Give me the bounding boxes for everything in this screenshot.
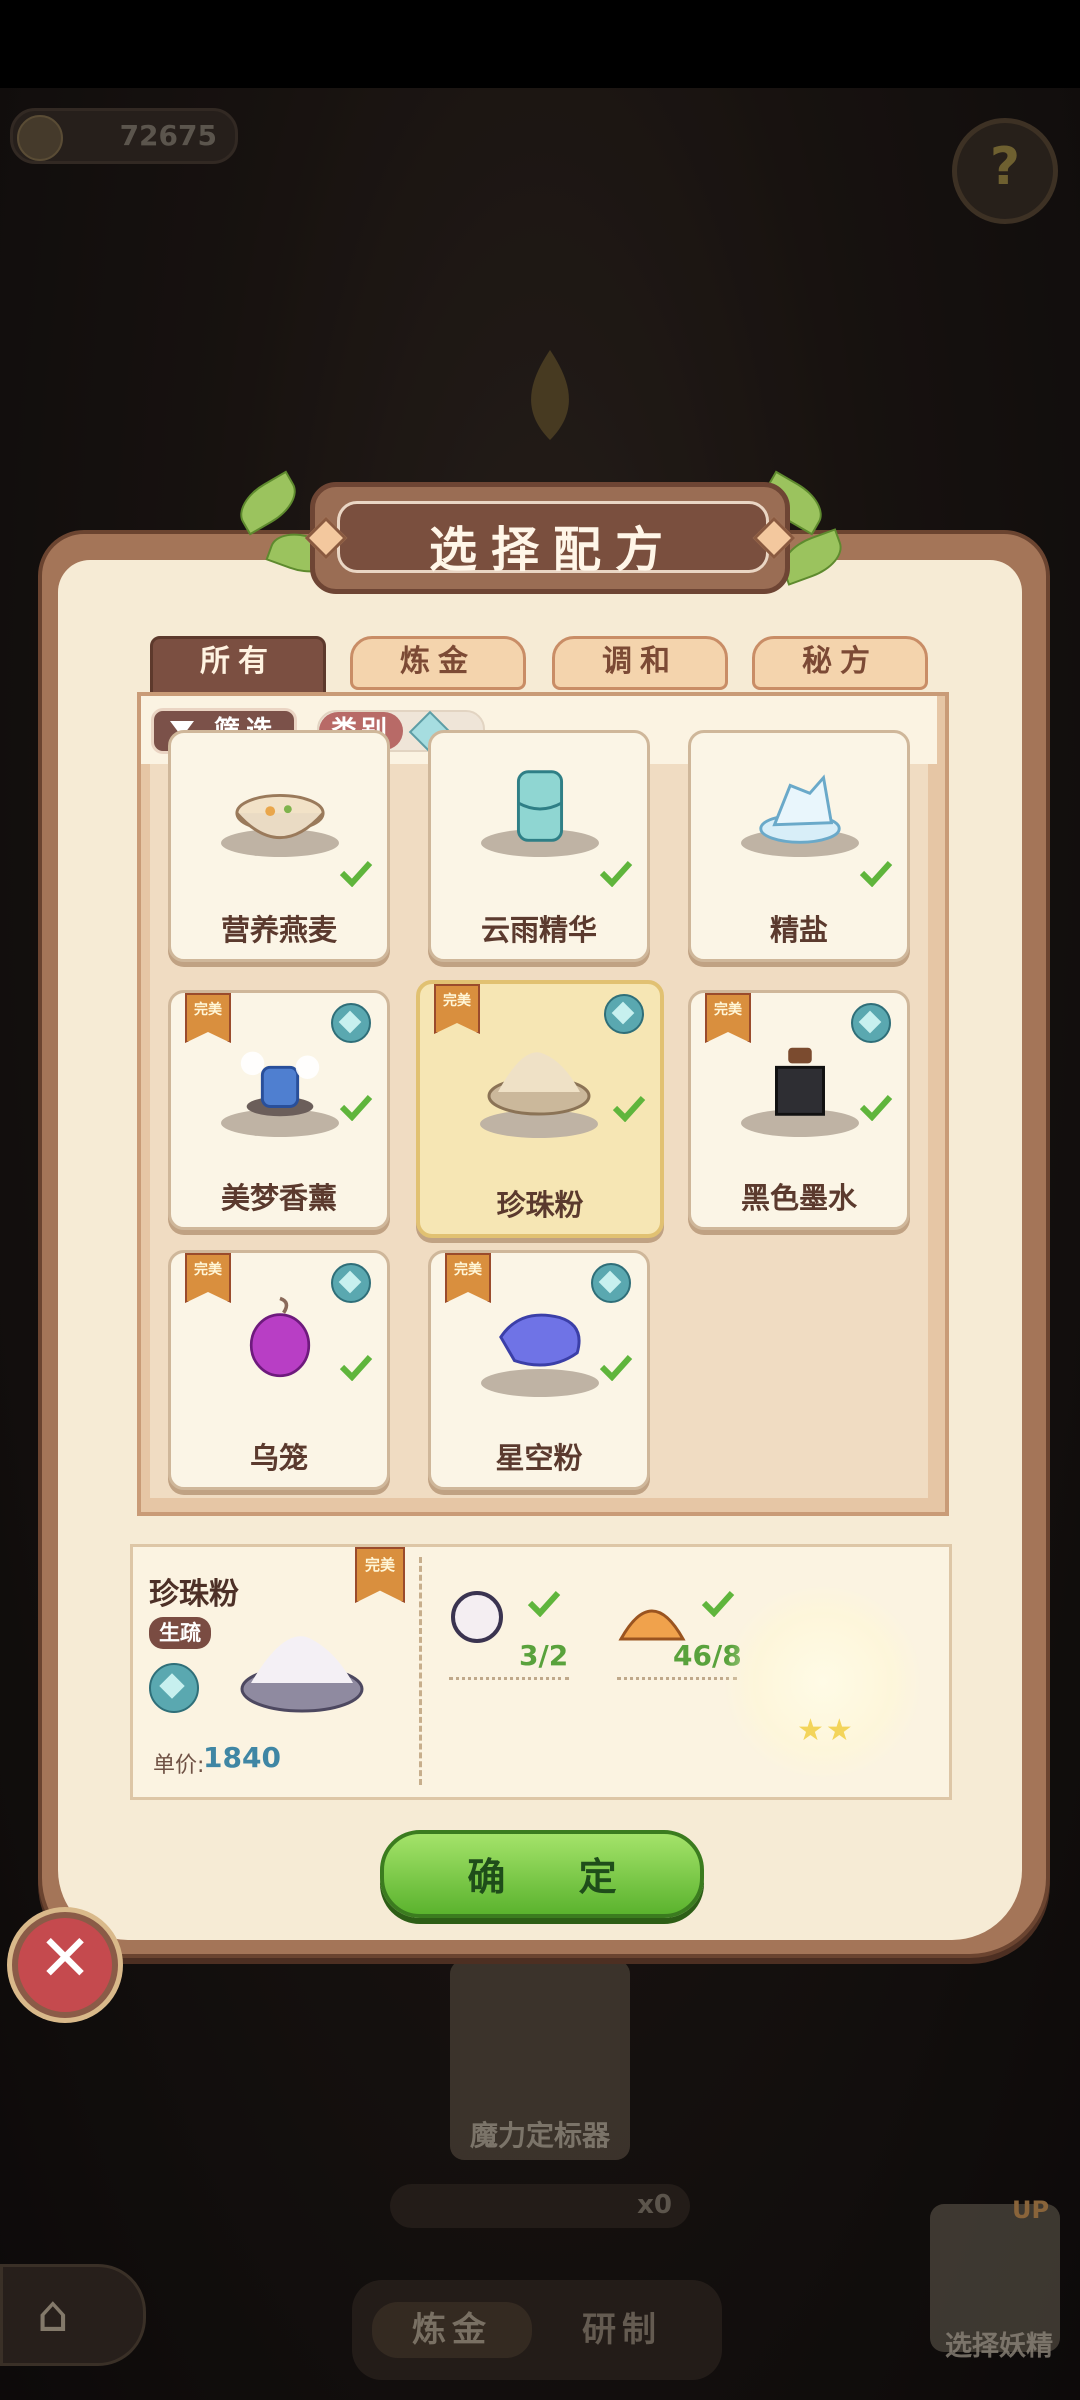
recipe-name: 乌笼 [249,1441,308,1475]
recipe-name: 星空粉 [495,1441,583,1475]
quality-stars: ★★ [797,1713,855,1748]
proficiency-tag: 生疏 [149,1617,211,1649]
recipe-card[interactable]: 精盐 [688,730,910,962]
price-value: 1840 [203,1741,281,1774]
tab-alchemy[interactable]: 炼金 [350,636,526,690]
price-label: 单价: [153,1753,205,1778]
recipe-name: 美梦香薰 [220,1181,337,1215]
recipe-name: 营养燕麦 [220,913,337,947]
tab-all[interactable]: 所有 [150,636,326,698]
ingredient-item: 3/2 [449,1587,579,1680]
salt-crystal-icon [759,774,841,844]
detail-divider [419,1557,422,1785]
recipe-card-selected[interactable]: 完美 珍珠粉 [416,980,664,1238]
recipe-card[interactable]: 营养燕麦 [168,730,390,962]
confirm-button[interactable]: 确 定 [380,1830,704,1918]
confirm-label: 确 定 [467,1855,647,1899]
recipe-card[interactable]: 完美 乌笼 [168,1250,390,1490]
recipe-detail: 珍珠粉 生疏 完美 单价: 1840 3/2 46/8 ★★ [130,1544,952,1800]
recipe-name: 黑色墨水 [740,1181,857,1215]
tab-blend[interactable]: 调和 [552,636,728,690]
gem-icon [149,1663,199,1713]
gem-icon [331,1003,371,1043]
ink-bottle-icon [775,1047,825,1116]
recipe-card[interactable]: 完美 星空粉 [428,1250,650,1490]
check-icon [339,1094,373,1121]
perfect-ribbon: 完美 [185,993,231,1043]
aroma-candle-icon [240,1051,320,1117]
recipe-tabs: 所有 炼金 调和 秘方 [150,636,930,698]
perfect-ribbon: 完美 [434,984,480,1034]
recipe-name: 云雨精华 [480,913,597,947]
gem-icon [591,1263,631,1303]
crow-cage-icon [249,1296,311,1378]
pearl-powder-icon [487,1052,591,1116]
oatmeal-bowl-icon [235,793,325,839]
check-icon [339,860,373,887]
recipe-card[interactable]: 完美 黑色墨水 [688,990,910,1230]
gem-icon [331,1263,371,1303]
quality-glow [723,1587,923,1777]
cloud-rain-essence-icon [516,770,564,842]
check-icon [701,1590,735,1617]
perfect-ribbon: 完美 [355,1547,405,1603]
recipe-name: 精盐 [769,913,828,947]
perfect-ribbon: 完美 [185,1253,231,1303]
check-icon [859,860,893,887]
close-x-icon: ✕ [38,1922,92,1996]
dialog-title: 选择配方 [428,522,677,578]
close-button[interactable]: ✕ [12,1912,118,2018]
dialog-title-plate: 选择配方 [304,482,796,594]
check-icon [339,1354,373,1381]
ingredient-underline [449,1677,569,1680]
gem-icon [604,994,644,1034]
check-icon [599,860,633,887]
ingredient-count: 3/2 [519,1639,569,1672]
perfect-ribbon: 完美 [445,1253,491,1303]
pearl-icon [451,1591,503,1643]
pearl-powder-icon [240,1636,364,1713]
check-icon [527,1590,561,1617]
check-icon [599,1354,633,1381]
check-icon [859,1094,893,1121]
ingredient-underline [617,1677,737,1680]
recipe-name: 珍珠粉 [496,1188,584,1222]
perfect-ribbon: 完美 [705,993,751,1043]
tab-secret[interactable]: 秘方 [752,636,928,690]
recipe-card[interactable]: 完美 美梦香薰 [168,990,390,1230]
title-inner: 选择配方 [337,501,769,578]
detail-name: 珍珠粉 [149,1577,239,1612]
starry-powder-icon [499,1313,581,1367]
check-icon [612,1095,646,1122]
recipe-card[interactable]: 云雨精华 [428,730,650,962]
gem-icon [851,1003,891,1043]
